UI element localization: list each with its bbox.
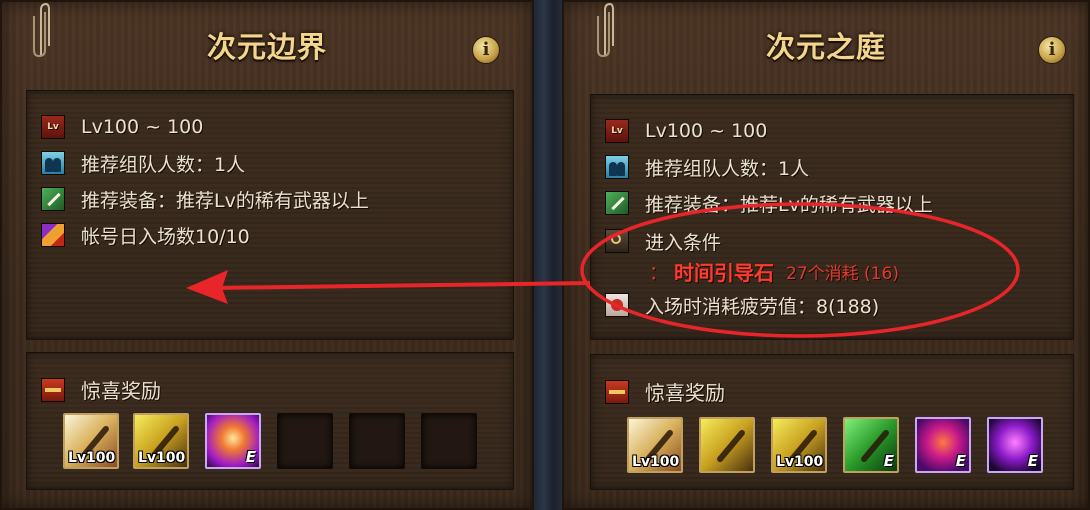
equipment-text: 推荐装备：推荐Lv的稀有武器以上	[645, 193, 933, 216]
level-icon: Lv	[41, 115, 65, 139]
party-size-text: 推荐组队人数：1人	[645, 157, 810, 180]
reward-box: 惊喜奖励 Lv100 Lv100 E	[26, 352, 514, 490]
daily-entries-row: 帐号日入场数10/10	[41, 221, 250, 249]
party-size-row: 推荐组队人数：1人	[41, 149, 245, 177]
level-range: Lv100 ~ 100	[81, 116, 204, 138]
reward-label: 惊喜奖励	[645, 381, 725, 405]
page-title: 次元之庭	[765, 30, 886, 64]
dungeon-panel-left: 次元边界 i Lv Lv100 ~ 100 推荐组队人数：1人 推荐装备：推荐L…	[0, 0, 534, 510]
party-icon	[41, 151, 65, 175]
sword-icon	[605, 191, 629, 215]
reward-slot-2[interactable]: Lv100	[133, 413, 189, 469]
level-row: Lv Lv100 ~ 100	[605, 117, 767, 145]
epic-badge: E	[955, 452, 966, 470]
treasure-chest-icon	[605, 379, 629, 404]
item-level-badge: Lv100	[138, 450, 186, 466]
reward-header: 惊喜奖励	[41, 375, 161, 404]
page-title: 次元边界	[206, 30, 327, 64]
reward-slot-1[interactable]: Lv100	[627, 417, 683, 473]
dungeon-panel-right: 次元之庭 i Lv Lv100 ~ 100 推荐组队人数：1人 推荐装备：推荐L…	[562, 0, 1090, 510]
party-icon	[605, 155, 629, 179]
fatigue-cost-row: 入场时消耗疲劳值：8(188)	[605, 291, 879, 319]
reward-slot-empty	[349, 413, 405, 469]
required-item-count: 27个消耗 (16)	[786, 263, 899, 284]
sword-icon	[41, 187, 65, 211]
reward-slot-5[interactable]: E	[915, 417, 971, 473]
daily-entries-text: 帐号日入场数10/10	[81, 225, 250, 248]
item-level-badge: Lv100	[68, 450, 116, 466]
reward-slot-3[interactable]: E	[205, 413, 261, 469]
dungeon-info-box: Lv Lv100 ~ 100 推荐组队人数：1人 推荐装备：推荐Lv的稀有武器以…	[590, 94, 1074, 340]
party-size-row: 推荐组队人数：1人	[605, 153, 809, 181]
reward-slot-4[interactable]: E	[843, 417, 899, 473]
fatigue-icon	[605, 293, 629, 317]
reward-slot-empty	[277, 413, 333, 469]
reward-header: 惊喜奖励	[605, 377, 725, 406]
entry-condition-row: 进入条件	[605, 227, 721, 255]
epic-badge: E	[883, 452, 894, 470]
dungeon-info-box: Lv Lv100 ~ 100 推荐组队人数：1人 推荐装备：推荐Lv的稀有武器以…	[26, 90, 514, 340]
level-row: Lv Lv100 ~ 100	[41, 113, 203, 141]
item-level-badge: Lv100	[632, 454, 680, 470]
info-icon[interactable]: i	[472, 36, 500, 64]
ticket-icon	[41, 223, 65, 247]
reward-slot-2[interactable]	[699, 417, 755, 473]
fatigue-cost-text: 入场时消耗疲劳值：8(188)	[645, 295, 880, 318]
equipment-text: 推荐装备：推荐Lv的稀有武器以上	[81, 189, 369, 212]
reward-slot-1[interactable]: Lv100	[63, 413, 119, 469]
entry-condition-label: 进入条件	[645, 231, 722, 254]
reward-slot-6[interactable]: E	[987, 417, 1043, 473]
background-gap	[532, 0, 562, 510]
reward-slot-3[interactable]: Lv100	[771, 417, 827, 473]
condition-colon: ：	[649, 261, 669, 284]
epic-badge: E	[245, 448, 256, 466]
epic-badge: E	[1027, 452, 1038, 470]
required-item-name: 时间引导石	[674, 260, 775, 285]
equipment-row: 推荐装备：推荐Lv的稀有武器以上	[605, 189, 933, 217]
info-icon[interactable]: i	[1038, 36, 1066, 64]
key-icon	[605, 229, 629, 253]
reward-slot-empty	[421, 413, 477, 469]
entry-condition-detail: ： 时间引导石 27个消耗 (16)	[649, 257, 899, 285]
level-range: Lv100 ~ 100	[645, 120, 768, 142]
reward-box: 惊喜奖励 Lv100 Lv100 E E E	[590, 354, 1074, 490]
reward-label: 惊喜奖励	[81, 379, 161, 403]
equipment-row: 推荐装备：推荐Lv的稀有武器以上	[41, 185, 369, 213]
item-level-badge: Lv100	[776, 454, 824, 470]
party-size-text: 推荐组队人数：1人	[81, 153, 246, 176]
level-icon: Lv	[605, 119, 629, 143]
treasure-chest-icon	[41, 377, 65, 402]
